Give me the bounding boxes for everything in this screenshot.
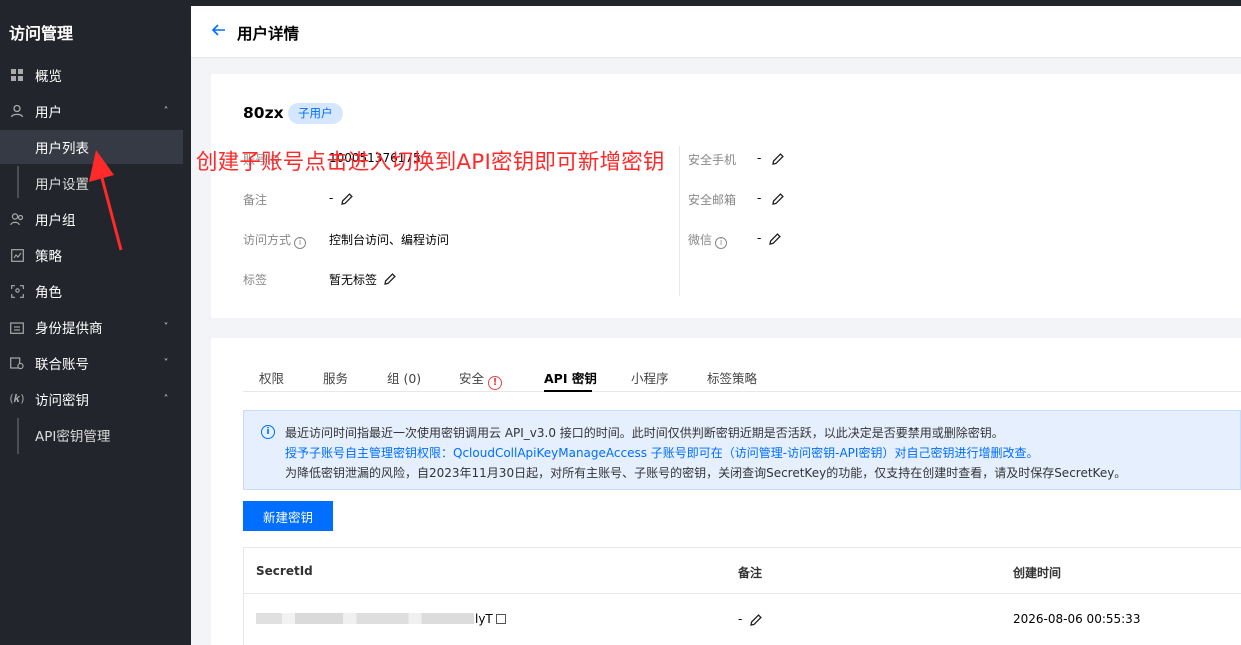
tab-security-label: 安全 — [459, 371, 485, 386]
sidebar-item-policies[interactable]: 策略 — [0, 238, 183, 272]
notice-line-2[interactable]: 授予子账号自主管理密钥权限：QcloudCollApiKeyManageAcce… — [285, 444, 1038, 461]
role-icon — [9, 283, 25, 299]
tab-api-keys[interactable]: API 密钥 — [544, 368, 597, 387]
chevron-up-icon: ˄ — [163, 393, 169, 405]
wechat-label: 微信 i — [688, 231, 728, 249]
sidebar-item-access-keys[interactable]: (𝒌) 访问密钥 ˄ — [0, 382, 183, 416]
sidebar-item-federated-accounts[interactable]: 联合账号 ˅ — [0, 346, 183, 380]
new-key-button[interactable]: 新建密钥 — [243, 501, 333, 531]
access-method-label: 访问方式 i — [243, 231, 307, 249]
redacted-secret-id — [256, 613, 474, 624]
sidebar-title: 访问管理 — [9, 24, 74, 43]
security-phone-value: - — [757, 151, 762, 165]
column-header-created-time: 创建时间 — [1013, 566, 1062, 580]
grid-icon — [9, 67, 25, 83]
sidebar-item-label: 策略 — [35, 249, 62, 265]
user-icon — [9, 103, 25, 119]
access-method-label-text: 访问方式 — [243, 233, 292, 247]
user-type-badge: 子用户 — [288, 103, 343, 124]
tabs-card: 权限 服务 组 (0) 安全! API 密钥 小程序 标签策略 i 最近访问时间… — [211, 338, 1241, 645]
info-icon: i — [261, 425, 275, 439]
chevron-down-icon: ˅ — [163, 321, 169, 333]
sidebar-item-overview[interactable]: 概览 — [0, 58, 183, 92]
sidebar-item-user-settings[interactable]: 用户设置 — [0, 166, 183, 200]
tag-label: 标签 — [243, 273, 268, 287]
annotation-text: 创建子账号点击进入切换到API密钥即可新增密钥 — [196, 150, 665, 175]
page-header: 用户详情 — [191, 6, 1241, 58]
column-divider — [679, 146, 680, 296]
page-title: 用户详情 — [237, 25, 300, 43]
wechat-label-text: 微信 — [688, 233, 713, 247]
tab-mini-programs[interactable]: 小程序 — [631, 368, 669, 387]
access-method-value: 控制台访问、编程访问 — [329, 233, 450, 247]
sidebar-item-label: 概览 — [35, 69, 62, 85]
edit-email-pencil-icon[interactable] — [771, 192, 785, 206]
column-header-secret-id: SecretId — [256, 564, 313, 578]
secret-id-suffix: lyT — [475, 612, 493, 626]
tab-tag-policies[interactable]: 标签策略 — [707, 368, 757, 387]
back-arrow-icon[interactable] — [211, 22, 229, 40]
sidebar-item-label: 用户组 — [35, 213, 76, 229]
sidebar-item-users[interactable]: 用户 ˄ — [0, 94, 183, 128]
sidebar-item-identity-providers[interactable]: 身份提供商 ˅ — [0, 310, 183, 344]
sidebar-item-label: 联合账号 — [35, 357, 89, 373]
edit-remark-pencil-icon[interactable] — [340, 192, 354, 206]
identity-provider-icon — [9, 319, 25, 335]
chevron-down-icon: ˅ — [163, 357, 169, 369]
sidebar-item-label: 角色 — [35, 285, 62, 301]
column-header-remark: 备注 — [738, 566, 763, 580]
policy-icon — [9, 247, 25, 263]
warning-icon: ! — [488, 375, 503, 390]
sidebar: 访问管理 概览 用户 ˄ 用户列表 用户设置 用户组 策略 角色 身份提供商 ˅… — [0, 0, 191, 645]
remark-label: 备注 — [243, 193, 268, 207]
tag-value: 暂无标签 — [329, 273, 378, 287]
sidebar-item-api-key-management[interactable]: API密钥管理 — [0, 418, 183, 452]
info-icon[interactable]: i — [294, 237, 307, 249]
active-tab-indicator — [544, 390, 592, 392]
tab-bar: 权限 服务 组 (0) 安全! API 密钥 小程序 标签策略 — [243, 364, 1241, 392]
sidebar-item-label: 访问密钥 — [35, 393, 89, 409]
wechat-value: - — [757, 231, 762, 245]
api-key-table: SecretId 备注 创建时间 lyT - 2026-08-06 00:55:… — [243, 547, 1241, 645]
tab-security[interactable]: 安全! — [459, 368, 503, 390]
created-time-cell: 2026-08-06 00:55:33 — [1013, 612, 1141, 626]
sidebar-item-user-list[interactable]: 用户列表 — [0, 130, 183, 164]
info-notice: i 最近访问时间指最近一次使用密钥调用云 API_v3.0 接口的时间。此时间仅… — [243, 410, 1241, 490]
tab-services[interactable]: 服务 — [323, 368, 348, 387]
tab-permissions[interactable]: 权限 — [259, 368, 284, 387]
sidebar-item-label: API密钥管理 — [35, 429, 111, 445]
edit-key-remark-pencil-icon[interactable] — [749, 613, 763, 627]
sidebar-item-label: 用户设置 — [35, 177, 89, 193]
table-header-row: SecretId 备注 创建时间 — [244, 548, 1241, 594]
access-key-icon: (𝒌) — [9, 392, 25, 405]
federated-account-icon — [9, 355, 25, 371]
edit-phone-pencil-icon[interactable] — [771, 152, 785, 166]
secret-id-value: lyT — [475, 612, 506, 626]
notice-line-1: 最近访问时间指最近一次使用密钥调用云 API_v3.0 接口的时间。此时间仅供判… — [285, 426, 1004, 440]
info-icon[interactable]: i — [715, 237, 728, 249]
security-phone-label: 安全手机 — [688, 153, 737, 167]
user-name: 80zx — [243, 104, 284, 122]
sidebar-item-user-groups[interactable]: 用户组 — [0, 202, 183, 236]
copy-icon[interactable] — [495, 614, 506, 624]
edit-wechat-pencil-icon[interactable] — [768, 232, 782, 246]
sidebar-item-label: 用户列表 — [35, 141, 89, 157]
sidebar-item-roles[interactable]: 角色 — [0, 274, 183, 308]
chevron-up-icon: ˄ — [163, 105, 169, 117]
security-email-label: 安全邮箱 — [688, 193, 737, 207]
security-email-value: - — [757, 191, 762, 205]
user-group-icon — [9, 211, 25, 227]
sidebar-item-label: 身份提供商 — [35, 321, 103, 337]
tab-groups[interactable]: 组 (0) — [387, 368, 421, 387]
user-info-card: 80zx 子用户 账号ID 100051376175 备注 - 访问方式 i 控制… — [211, 74, 1241, 318]
remark-cell: - — [738, 612, 743, 626]
sidebar-item-label: 用户 — [35, 105, 62, 121]
notice-line-3: 为降低密钥泄漏的风险，自2023年11月30日起，对所有主账号、子账号的密钥，关… — [285, 466, 1127, 480]
remark-value: - — [329, 191, 334, 205]
edit-tag-pencil-icon[interactable] — [383, 272, 397, 286]
